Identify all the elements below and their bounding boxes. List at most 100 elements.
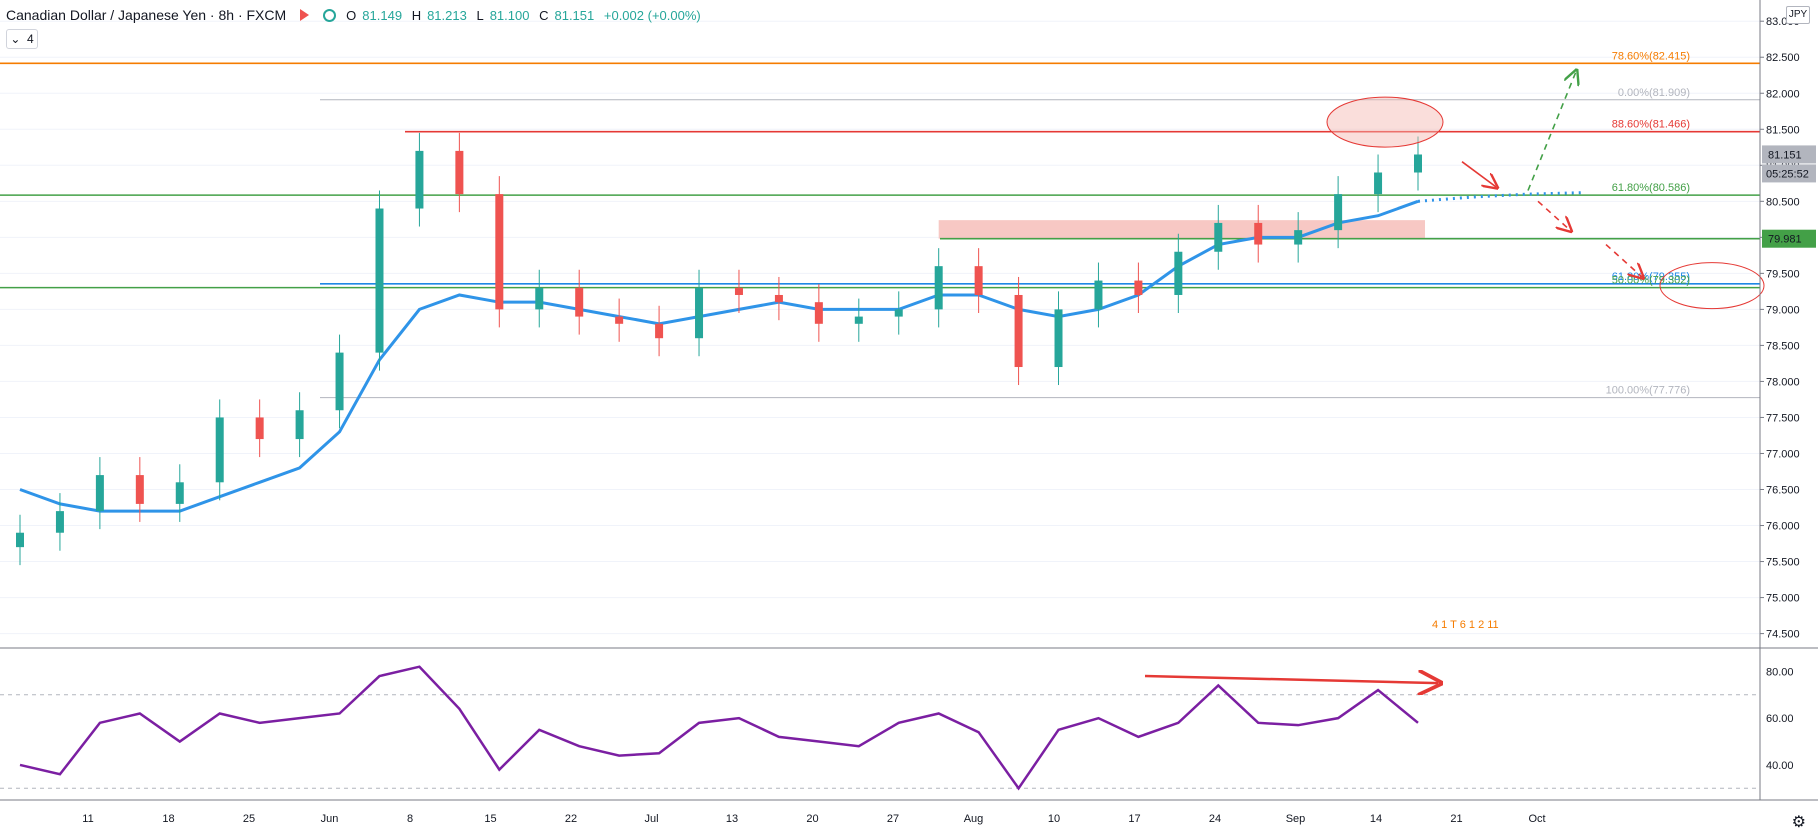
rsi-divergence-arrow [1144,676,1438,683]
time-tick-label: 20 [806,813,818,825]
candle-body [1374,172,1383,195]
ema-line [19,191,1584,513]
rsi-polyline [19,665,1419,791]
time-tick-label: 8 [407,813,413,825]
time-tick-label: Jun [321,813,339,825]
supply-demand-zone [938,220,1425,239]
rsi-pane [0,665,1760,791]
price-tick-label: 77.000 [1766,448,1800,460]
fib-label: 61.80%(80.586) [1612,182,1690,194]
time-tick-label: 17 [1128,813,1140,825]
price-tick-label: 79.500 [1766,268,1800,280]
time-tick-label: Aug [964,813,984,825]
candle-body [774,294,783,303]
candle-body [615,316,624,324]
candle-body [335,352,344,411]
time-tick-label: 10 [1048,813,1060,825]
gear-icon[interactable]: ⚙ [1792,812,1806,832]
price-tick-label: 76.500 [1766,485,1800,497]
rsi-tick-label: 40.00 [1766,760,1794,772]
price-tick-label: 81.500 [1766,124,1800,136]
candle-body [1174,251,1183,295]
price-tick-label: 79.000 [1766,304,1800,316]
chevron-down-icon: ⌄ [10,32,21,46]
candle-body [135,475,144,504]
ema-projection [1417,191,1584,203]
interval-dropdown[interactable]: ⌄ 4 [6,29,38,49]
candle-body [375,208,384,353]
axes: 83.00082.50082.00081.50081.00080.50080.0… [0,0,1818,825]
price-series [16,132,1422,566]
price-tick-label: 75.500 [1766,557,1800,569]
time-tick-label: Oct [1528,813,1545,825]
time-tick-label: 13 [726,813,738,825]
candle-body [974,266,983,295]
chart-grid [0,20,1760,635]
candle-body [1334,194,1343,231]
price-tick-label: 80.500 [1766,196,1800,208]
rsi-tick-label: 80.00 [1766,666,1794,678]
chart-header: Canadian Dollar / Japanese Yen · 8h · FX… [0,0,713,30]
zone-rect [938,220,1425,239]
candle-body [1294,230,1303,245]
candle-body [295,410,304,440]
candle-body [215,417,224,483]
candle-body [455,150,464,195]
price-tick-label: 75.000 [1766,593,1800,605]
candle-body [1094,280,1103,310]
candle-body [16,532,24,548]
candle-body [1054,309,1063,368]
candle-body [1214,222,1223,252]
circle-indicator-icon[interactable] [323,8,337,22]
fib-label: 78.60%(82.415) [1612,50,1690,62]
time-tick-label: 27 [887,813,899,825]
candle-body [894,309,903,317]
candle-body [55,511,64,533]
fib-label: 88.60%(81.466) [1612,119,1690,131]
candle-body [175,482,184,504]
candle-body [854,316,863,324]
price-tick-label: 78.500 [1766,340,1800,352]
time-tick-label: Sep [1286,813,1306,825]
time-tick-label: 25 [243,813,255,825]
candle-body [655,323,664,339]
candle-body [695,287,704,339]
candle-body [1134,280,1143,295]
time-tick-label: 15 [484,813,496,825]
fib-label: 50.00%(79.302) [1612,275,1690,287]
candle-body [535,287,544,310]
fib-label: 100.00%(77.776) [1606,385,1690,397]
price-tick-label: 74.500 [1766,629,1800,641]
time-tick-label: 21 [1450,813,1462,825]
candle-body [934,266,943,310]
event-markers: 4 1 T 6 1 2 11 [1432,619,1499,631]
ema-polyline [19,199,1419,513]
price-tick-label: 78.000 [1766,376,1800,388]
chart-canvas[interactable]: 78.60%(82.415) 0.00%(81.909) 88.60%(81.466… [0,0,1818,838]
candle-body [575,287,584,317]
time-tick-label: 14 [1370,813,1382,825]
resistance-ellipse [1326,96,1444,148]
candle-body [1254,222,1263,245]
ohlc-readout: O 81.149 H 81.213 L 81.100 C 81.151 +0.002 (… [346,7,701,23]
price-tick-label: 82.000 [1766,88,1800,100]
symbol-title[interactable]: Canadian Dollar / Japanese Yen · 8h · FX… [6,7,286,23]
rsi-tick-label: 60.00 [1766,713,1794,725]
candle-body [415,150,424,209]
price-tick-label: 82.500 [1766,52,1800,64]
candle-body [255,417,264,440]
bearish-arrow [1537,200,1570,230]
candle-body [95,475,104,512]
candle-body [495,194,504,310]
flag-icon[interactable] [300,9,310,21]
candle-body [814,302,823,324]
candle-body [1414,154,1422,173]
annotations: 4 1 T 6 1 2 11 [1326,72,1765,631]
time-tick-label: 18 [162,813,174,825]
candle-body [734,287,743,295]
time-tick-label: 11 [82,813,93,825]
level-badge-text: 79.981 [1768,234,1802,246]
currency-badge[interactable]: JPY [1786,6,1810,24]
price-tick-label: 76.000 [1766,521,1800,533]
price-tick-label: 77.500 [1766,412,1800,424]
